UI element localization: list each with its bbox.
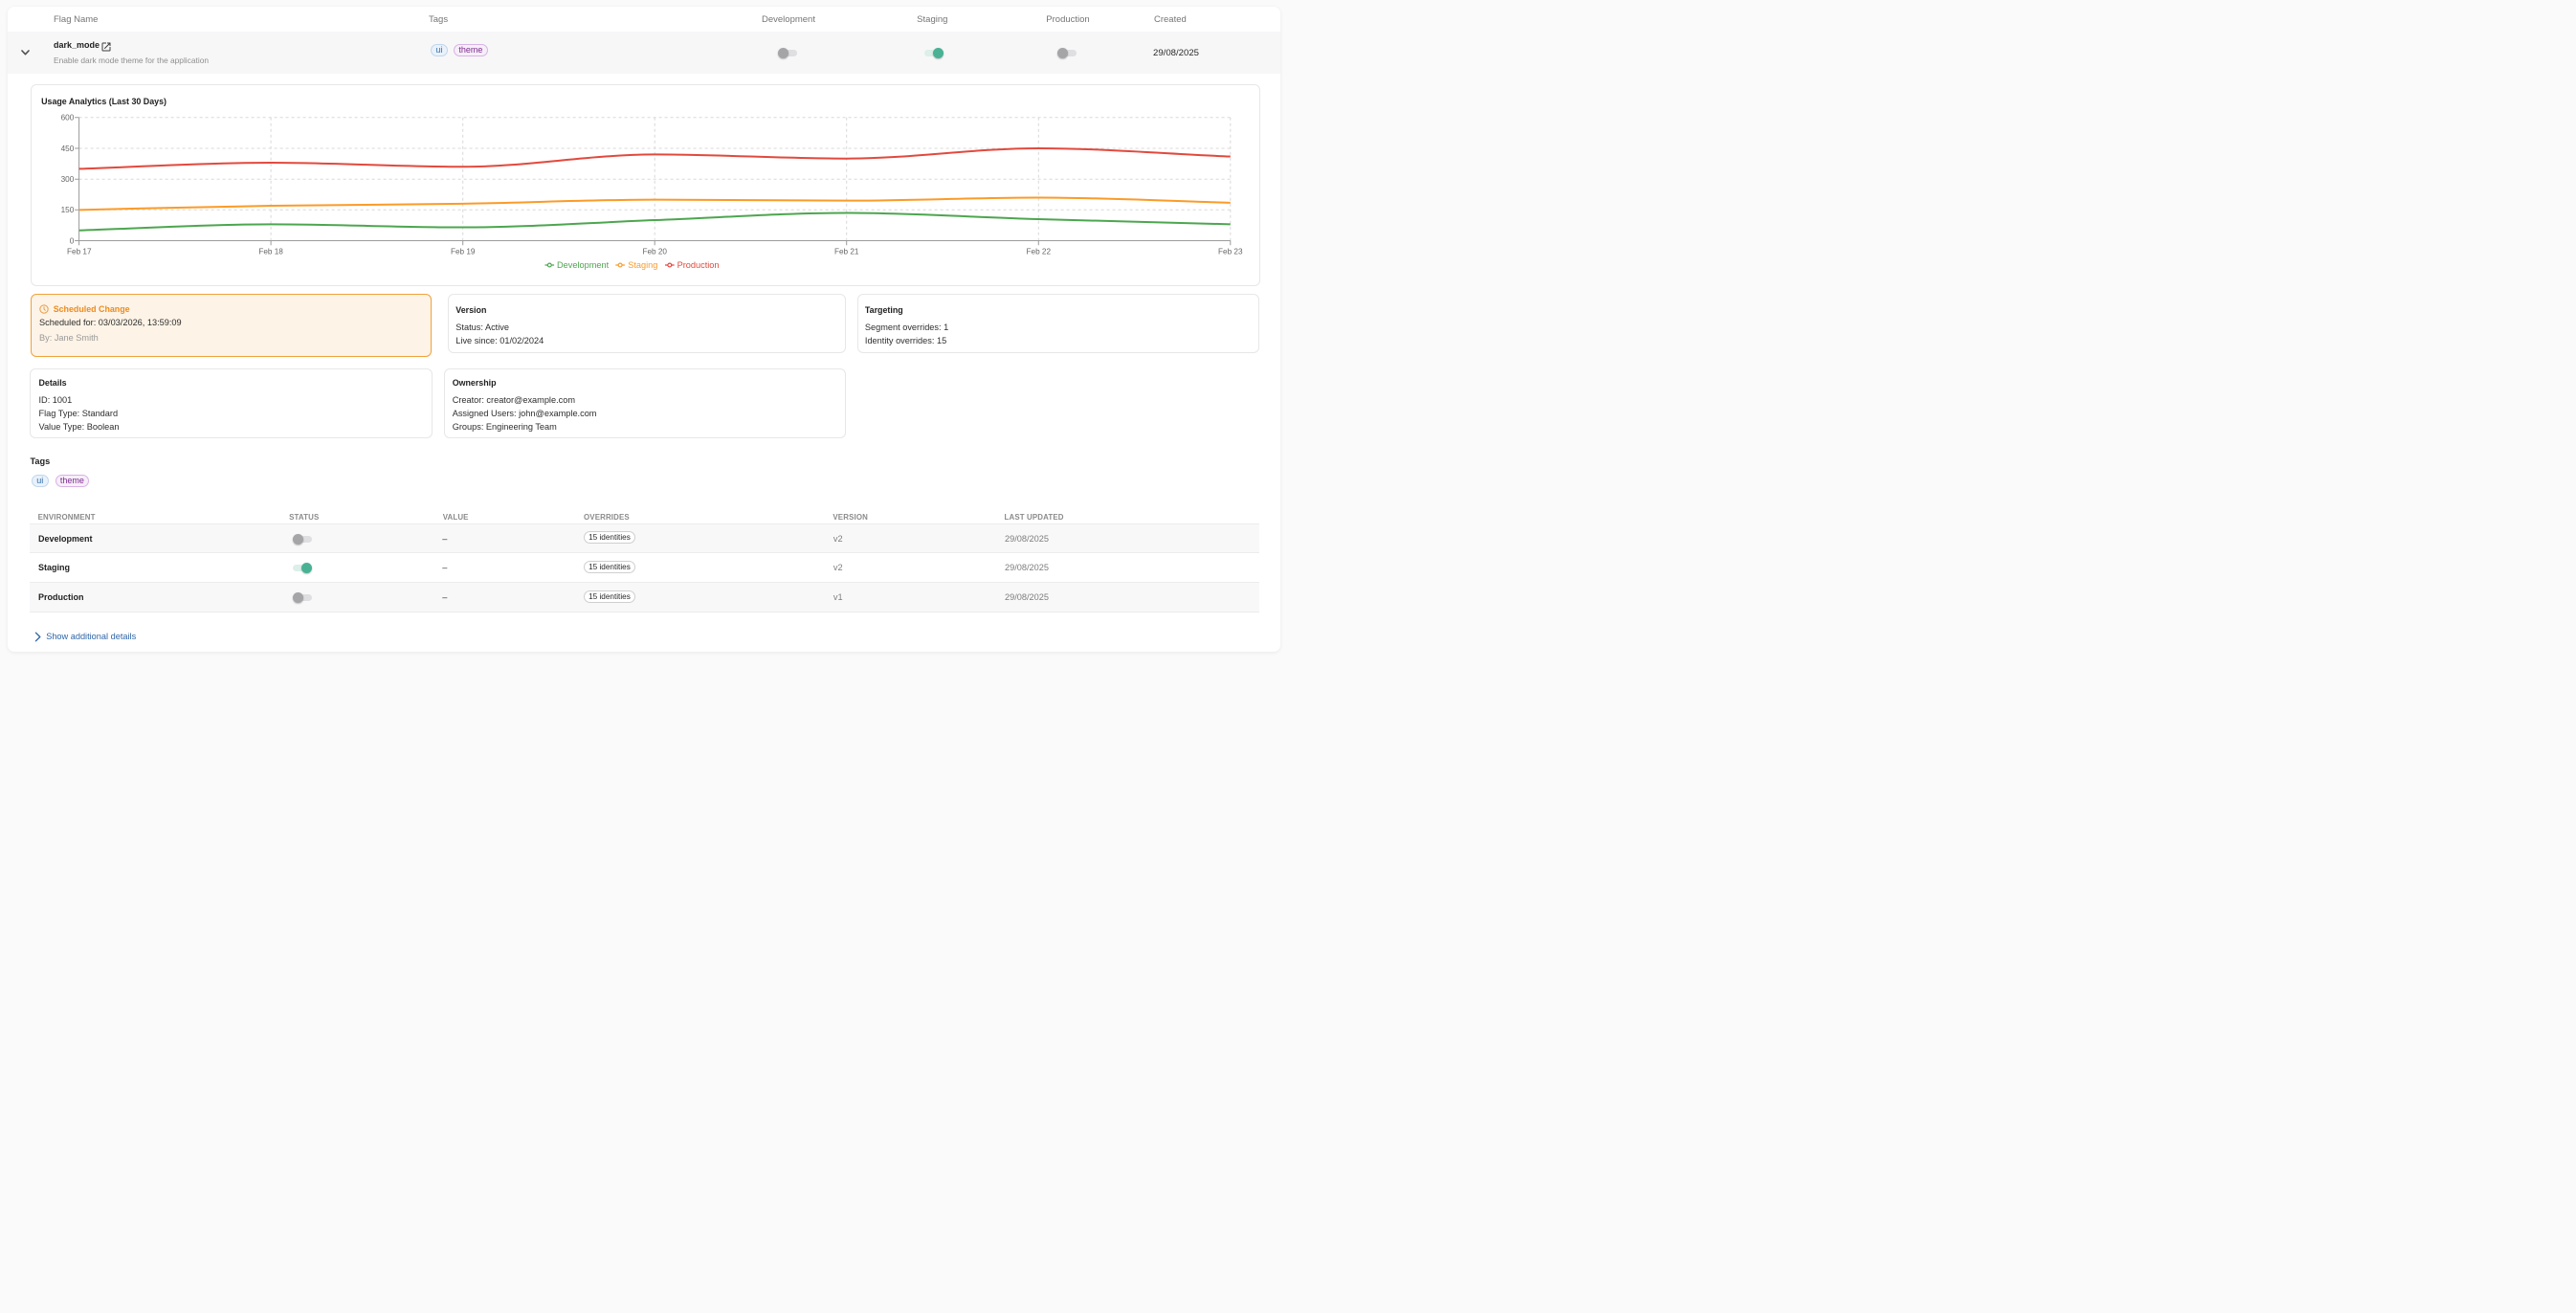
- svg-text:Staging: Staging: [628, 260, 657, 270]
- svg-text:Production: Production: [677, 260, 720, 270]
- svg-text:600: 600: [61, 114, 75, 122]
- svg-text:450: 450: [61, 145, 75, 153]
- svg-text:Feb 18: Feb 18: [258, 247, 283, 256]
- svg-text:0: 0: [70, 236, 75, 245]
- svg-text:300: 300: [61, 175, 75, 184]
- svg-text:Development: Development: [557, 260, 610, 270]
- svg-text:Feb 17: Feb 17: [67, 247, 92, 256]
- svg-text:150: 150: [61, 206, 75, 214]
- svg-text:Feb 22: Feb 22: [1027, 247, 1052, 256]
- svg-text:Feb 21: Feb 21: [834, 247, 859, 256]
- svg-text:Feb 23: Feb 23: [1218, 247, 1243, 256]
- svg-text:Feb 19: Feb 19: [451, 247, 476, 256]
